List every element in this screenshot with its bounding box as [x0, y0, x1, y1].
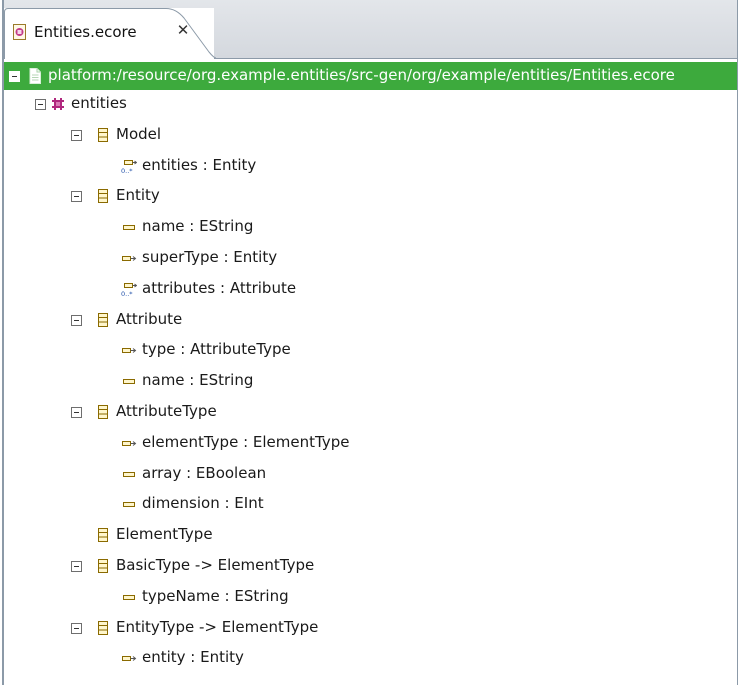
tree-item-label: typeName : EString	[142, 586, 289, 605]
tree-root-resource[interactable]: platform:/resource/org.example.entities/…	[4, 62, 737, 90]
svg-text:0..*: 0..*	[121, 167, 133, 174]
tree-item-label: dimension : EInt	[142, 494, 264, 513]
tree-item-label: array : EBoolean	[142, 463, 267, 482]
tree-item[interactable]: 0..* entities : Entity	[4, 152, 734, 180]
tree-item[interactable]: entity : Entity	[4, 644, 734, 672]
tree-item[interactable]: EntityType -> ElementType	[4, 614, 734, 642]
collapse-toggle-icon[interactable]	[71, 622, 82, 634]
class-icon	[95, 127, 111, 143]
collapse-toggle-icon[interactable]	[71, 407, 82, 418]
class-icon	[95, 188, 111, 204]
tree-item[interactable]: array : EBoolean	[4, 460, 734, 488]
tree-item[interactable]: Model	[4, 121, 734, 149]
reference-icon	[121, 435, 137, 451]
tree-item[interactable]: elementType : ElementType	[4, 429, 734, 457]
attribute-icon	[121, 466, 137, 482]
tab-title: Entities.ecore	[34, 23, 137, 41]
attribute-icon	[121, 219, 137, 235]
tree-item[interactable]: dimension : EInt	[4, 490, 734, 518]
class-icon	[95, 404, 111, 420]
collapse-toggle-icon[interactable]	[71, 561, 82, 572]
class-icon	[95, 312, 111, 328]
tree-item[interactable]: type : AttributeType	[4, 336, 734, 364]
tree-item[interactable]: Attribute	[4, 306, 734, 334]
tree-item[interactable]: name : EString	[4, 213, 734, 241]
ecore-file-icon	[13, 24, 26, 40]
resource-uri-label: platform:/resource/org.example.entities/…	[48, 66, 675, 84]
class-icon	[95, 558, 111, 574]
tree-item-label: elementType : ElementType	[142, 432, 350, 451]
collapse-toggle-icon[interactable]	[9, 71, 20, 82]
tree-item-label: ElementType	[116, 525, 213, 544]
tree-item[interactable]: Entity	[4, 182, 734, 210]
tree-item-label: BasicType -> ElementType	[116, 556, 315, 574]
tree-item-label: Model	[116, 124, 162, 143]
attribute-icon	[121, 373, 137, 389]
tree-item-label: Attribute	[116, 309, 183, 328]
attribute-icon	[121, 589, 137, 605]
class-icon	[95, 620, 111, 636]
tree-item-label: AttributeType	[116, 402, 217, 420]
tree-item[interactable]: 0..* attributes : Attribute	[4, 275, 734, 303]
tree-item[interactable]: AttributeType	[4, 398, 734, 426]
class-icon	[95, 527, 111, 543]
reference-icon	[121, 650, 137, 666]
tree-item-label: Entity	[116, 186, 160, 205]
tree-item[interactable]: BasicType -> ElementType	[4, 552, 734, 580]
tree-item[interactable]: ElementType	[4, 521, 734, 549]
reference-many-icon: 0..*	[121, 158, 138, 175]
svg-text:0..*: 0..*	[121, 290, 133, 297]
collapse-toggle-icon[interactable]	[35, 99, 46, 110]
tree-item[interactable]: entities	[4, 90, 734, 118]
tree-item-label: type : AttributeType	[142, 340, 291, 359]
tree-item-label: attributes : Attribute	[142, 278, 297, 297]
reference-many-icon: 0..*	[121, 281, 138, 298]
close-icon[interactable]: ✕	[174, 21, 192, 39]
editor-tab-bar: Entities.ecore ✕	[4, 0, 737, 59]
tree-item-label: name : EString	[142, 371, 254, 390]
tree-item-label: entities : Entity	[142, 155, 257, 174]
tree-item[interactable]: typeName : EString	[4, 583, 734, 611]
reference-icon	[121, 342, 137, 358]
ecore-editor: Entities.ecore ✕ platform:/resource/org.…	[2, 0, 738, 685]
reference-icon	[121, 250, 137, 266]
collapse-toggle-icon[interactable]	[71, 191, 82, 203]
tree-item[interactable]: name : EString	[4, 367, 734, 395]
tree-item-label: superType : Entity	[142, 248, 278, 266]
tree-item[interactable]: superType : Entity	[4, 244, 734, 272]
resource-file-icon	[29, 68, 41, 84]
collapse-toggle-icon[interactable]	[71, 314, 82, 326]
tree-item-label: entities	[71, 94, 127, 112]
tree-item-label: EntityType -> ElementType	[116, 617, 319, 636]
editor-tab-entities-ecore[interactable]: Entities.ecore ✕	[4, 8, 216, 59]
tree-item-label: name : EString	[142, 217, 254, 236]
tree-item-label: entity : Entity	[142, 648, 244, 667]
collapse-toggle-icon[interactable]	[71, 129, 82, 141]
package-icon	[50, 96, 66, 112]
attribute-icon	[121, 496, 137, 512]
